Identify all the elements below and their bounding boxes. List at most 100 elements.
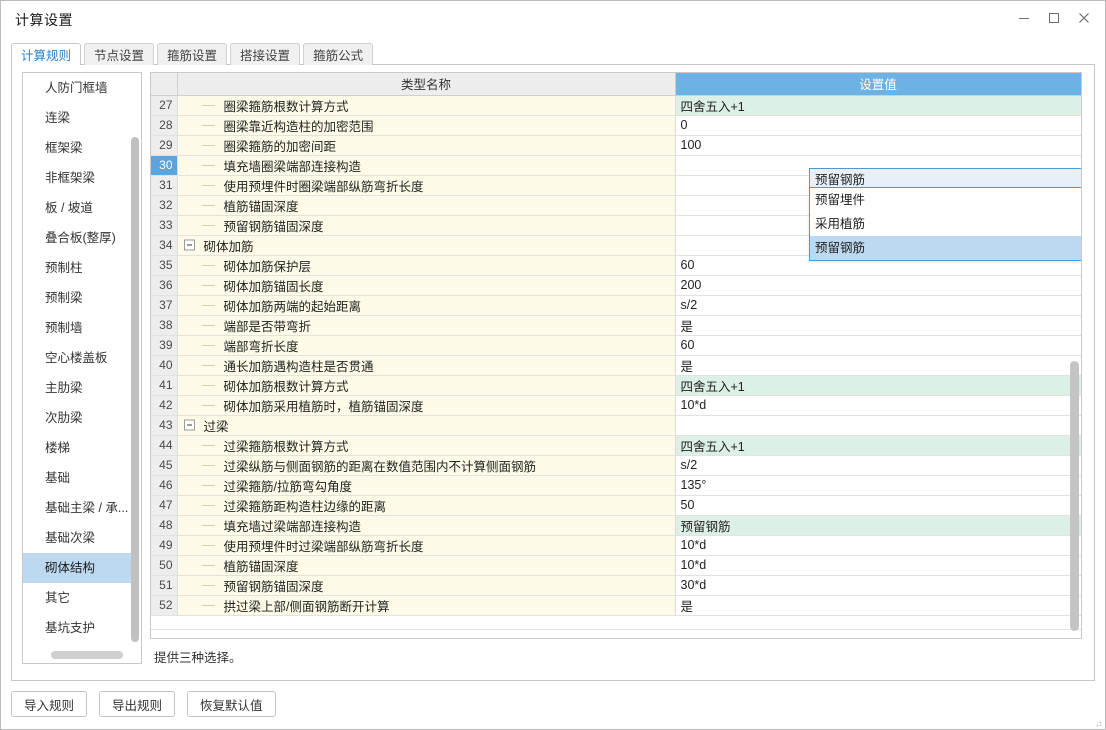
type-name-cell[interactable]: 过梁纵筋与侧面钢筋的距离在数值范围内不计算侧面钢筋 [177, 455, 676, 476]
table-row[interactable]: 47 过梁箍筋距构造柱边缘的距离 50 [151, 495, 1081, 516]
sidebar-item-4[interactable]: 板 / 坡道 [23, 193, 135, 223]
row-number-cell[interactable]: 44 [151, 435, 178, 456]
table-row[interactable]: 44 过梁箍筋根数计算方式 四舍五入+1 [151, 435, 1081, 456]
row-number-cell[interactable]: 41 [151, 375, 178, 396]
setting-value-cell[interactable]: 0 [675, 115, 1081, 136]
type-name-cell[interactable]: 过梁箍筋根数计算方式 [177, 435, 676, 456]
row-number-cell[interactable]: 28 [151, 115, 178, 136]
row-number-cell[interactable]: 43 [151, 415, 178, 436]
dropdown-option-planted-bar[interactable]: 采用植筋 [810, 212, 1081, 236]
setting-value-cell[interactable]: 是 [675, 355, 1081, 376]
setting-value-cell[interactable]: 四舍五入+1 [675, 435, 1081, 456]
sidebar-item-14[interactable]: 基础主梁 / 承... [23, 493, 135, 523]
sidebar-item-18[interactable]: 基坑支护 [23, 613, 135, 643]
setting-value-cell[interactable]: 10*d [675, 395, 1081, 416]
setting-value-cell[interactable]: 100 [675, 135, 1081, 156]
table-row[interactable]: 51 预留钢筋锚固深度 30*d [151, 575, 1081, 596]
setting-value-cell[interactable]: 10*d [675, 535, 1081, 556]
setting-value-cell[interactable]: 30*d [675, 575, 1081, 596]
tab-node-settings[interactable]: 节点设置 [84, 43, 155, 65]
type-name-cell[interactable]: 填充墙圈梁端部连接构造 [177, 155, 676, 176]
table-row[interactable]: 41 砌体加筋根数计算方式 四舍五入+1 [151, 375, 1081, 396]
row-number-cell[interactable]: 46 [151, 475, 178, 496]
sidebar-item-10[interactable]: 主肋梁 [23, 373, 135, 403]
sidebar-item-0[interactable]: 人防门框墙 [23, 73, 135, 103]
table-row[interactable]: 45 过梁纵筋与侧面钢筋的距离在数值范围内不计算侧面钢筋 s/2 [151, 455, 1081, 476]
sidebar-item-3[interactable]: 非框架梁 [23, 163, 135, 193]
row-number-cell[interactable]: 47 [151, 495, 178, 516]
type-name-cell[interactable]: 预留钢筋锚固深度 [177, 215, 676, 236]
sidebar-item-17[interactable]: 其它 [23, 583, 135, 613]
row-number-cell[interactable]: 52 [151, 595, 178, 616]
row-number-cell[interactable]: 34 [151, 235, 178, 256]
row-number-cell[interactable]: 35 [151, 255, 178, 276]
type-name-cell[interactable]: 圈梁箍筋根数计算方式 [177, 95, 676, 116]
maximize-icon[interactable] [1039, 5, 1069, 31]
grid-vertical-scrollbar[interactable] [1070, 361, 1079, 631]
table-row[interactable]: 50 植筋锚固深度 10*d [151, 555, 1081, 576]
row-number-cell[interactable]: 48 [151, 515, 178, 536]
row-number-cell[interactable]: 36 [151, 275, 178, 296]
type-name-cell[interactable]: 端部弯折长度 [177, 335, 676, 356]
row-number-cell[interactable]: 49 [151, 535, 178, 556]
row-number-cell[interactable]: 45 [151, 455, 178, 476]
collapse-minus-icon[interactable] [183, 239, 195, 251]
type-name-cell[interactable]: 圈梁靠近构造柱的加密范围 [177, 115, 676, 136]
tab-stirrup-settings[interactable]: 箍筋设置 [157, 43, 228, 65]
minimize-icon[interactable] [1009, 5, 1039, 31]
dropdown-option-preburied[interactable]: 预留埋件 [810, 188, 1081, 212]
row-number-cell[interactable]: 33 [151, 215, 178, 236]
row-number-cell[interactable]: 29 [151, 135, 178, 156]
row-number-cell[interactable]: 37 [151, 295, 178, 316]
tab-lap-settings[interactable]: 搭接设置 [230, 43, 301, 65]
restore-defaults-button[interactable]: 恢复默认值 [187, 691, 276, 717]
table-row[interactable]: 36 砌体加筋锚固长度 200 [151, 275, 1081, 296]
type-name-cell[interactable]: 砌体加筋保护层 [177, 255, 676, 276]
type-name-cell[interactable]: 砌体加筋采用植筋时，植筋锚固深度 [177, 395, 676, 416]
setting-value-cell[interactable]: 四舍五入+1 [675, 375, 1081, 396]
table-row[interactable]: 37 砌体加筋两端的起始距离 s/2 [151, 295, 1081, 316]
type-name-cell[interactable]: 植筋锚固深度 [177, 195, 676, 216]
type-name-cell[interactable]: 使用预埋件时圈梁端部纵筋弯折长度 [177, 175, 676, 196]
collapse-minus-icon[interactable] [183, 419, 195, 431]
table-row[interactable]: 52 拱过梁上部/侧面钢筋断开计算 是 [151, 595, 1081, 616]
table-row[interactable]: 39 端部弯折长度 60 [151, 335, 1081, 356]
table-row[interactable]: 48 填充墙过梁端部连接构造 预留钢筋 [151, 515, 1081, 536]
type-name-cell[interactable]: 使用预埋件时过梁端部纵筋弯折长度 [177, 535, 676, 556]
sidebar-item-7[interactable]: 预制梁 [23, 283, 135, 313]
setting-value-cell[interactable]: 10*d [675, 555, 1081, 576]
type-name-cell[interactable]: 填充墙过梁端部连接构造 [177, 515, 676, 536]
row-number-cell[interactable]: 50 [151, 555, 178, 576]
table-row[interactable]: 38 端部是否带弯折 是 [151, 315, 1081, 336]
type-name-cell[interactable]: 砌体加筋根数计算方式 [177, 375, 676, 396]
row-number-cell[interactable]: 42 [151, 395, 178, 416]
import-rules-button[interactable]: 导入规则 [11, 691, 88, 717]
setting-value-cell[interactable]: 是 [675, 595, 1081, 616]
sidebar-item-8[interactable]: 预制墙 [23, 313, 135, 343]
sidebar-item-1[interactable]: 连梁 [23, 103, 135, 133]
sidebar-horizontal-scrollbar[interactable] [51, 651, 123, 659]
sidebar-item-12[interactable]: 楼梯 [23, 433, 135, 463]
table-row[interactable]: 42 砌体加筋采用植筋时，植筋锚固深度 10*d [151, 395, 1081, 416]
type-name-cell[interactable]: 过梁箍筋/拉筋弯勾角度 [177, 475, 676, 496]
type-name-cell[interactable]: 圈梁箍筋的加密间距 [177, 135, 676, 156]
row-number-cell[interactable]: 32 [151, 195, 178, 216]
sidebar-item-16[interactable]: 砌体结构 [23, 553, 135, 583]
type-name-cell[interactable]: 过梁箍筋距构造柱边缘的距离 [177, 495, 676, 516]
tab-calculation-rules[interactable]: 计算规则 [11, 43, 82, 65]
table-row[interactable]: 49 使用预埋件时过梁端部纵筋弯折长度 10*d [151, 535, 1081, 556]
type-name-cell[interactable]: 砌体加筋 [177, 235, 676, 256]
row-number-cell[interactable]: 30 [151, 155, 178, 176]
type-name-cell[interactable]: 端部是否带弯折 [177, 315, 676, 336]
setting-value-cell[interactable]: 50 [675, 495, 1081, 516]
table-row[interactable]: 28 圈梁靠近构造柱的加密范围 0 [151, 115, 1081, 136]
row-number-cell[interactable]: 31 [151, 175, 178, 196]
sidebar-item-5[interactable]: 叠合板(整厚) [23, 223, 135, 253]
type-name-cell[interactable]: 植筋锚固深度 [177, 555, 676, 576]
row-number-cell[interactable]: 51 [151, 575, 178, 596]
export-rules-button[interactable]: 导出规则 [99, 691, 176, 717]
sidebar-vertical-scrollbar[interactable] [131, 137, 139, 642]
type-name-cell[interactable]: 拱过梁上部/侧面钢筋断开计算 [177, 595, 676, 616]
table-row[interactable]: 29 圈梁箍筋的加密间距 100 [151, 135, 1081, 156]
type-name-cell[interactable]: 砌体加筋锚固长度 [177, 275, 676, 296]
